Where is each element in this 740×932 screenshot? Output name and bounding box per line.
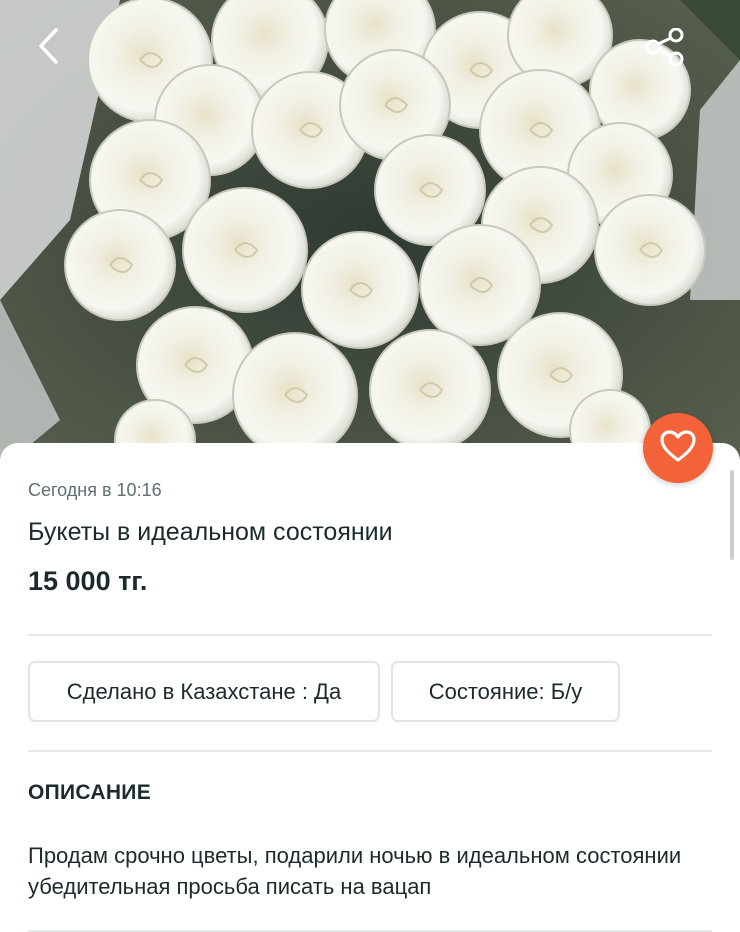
favorite-button[interactable] [643, 413, 713, 483]
share-button[interactable] [642, 27, 688, 71]
listing-price: 15 000 тг. [28, 566, 148, 596]
divider [28, 750, 712, 752]
listing-title: Букеты в идеальном состоянии [28, 518, 393, 546]
share-icon [645, 27, 685, 71]
description-heading: ОПИСАНИЕ [28, 781, 151, 804]
description-text: Продам срочно цветы, подарили ночью в ид… [28, 843, 682, 899]
back-button[interactable] [28, 26, 68, 70]
attribute-chip-condition[interactable]: Состояние: Б/у [391, 661, 620, 722]
listing-photo[interactable] [0, 0, 740, 470]
divider [28, 634, 712, 636]
posted-time: Сегодня в 10:16 [28, 480, 162, 500]
heart-icon [659, 429, 697, 468]
scrollbar[interactable] [730, 470, 734, 560]
attribute-chip-made-in-kazakhstan[interactable]: Сделано в Казахстане : Да [28, 661, 380, 722]
chevron-left-icon [36, 27, 60, 70]
